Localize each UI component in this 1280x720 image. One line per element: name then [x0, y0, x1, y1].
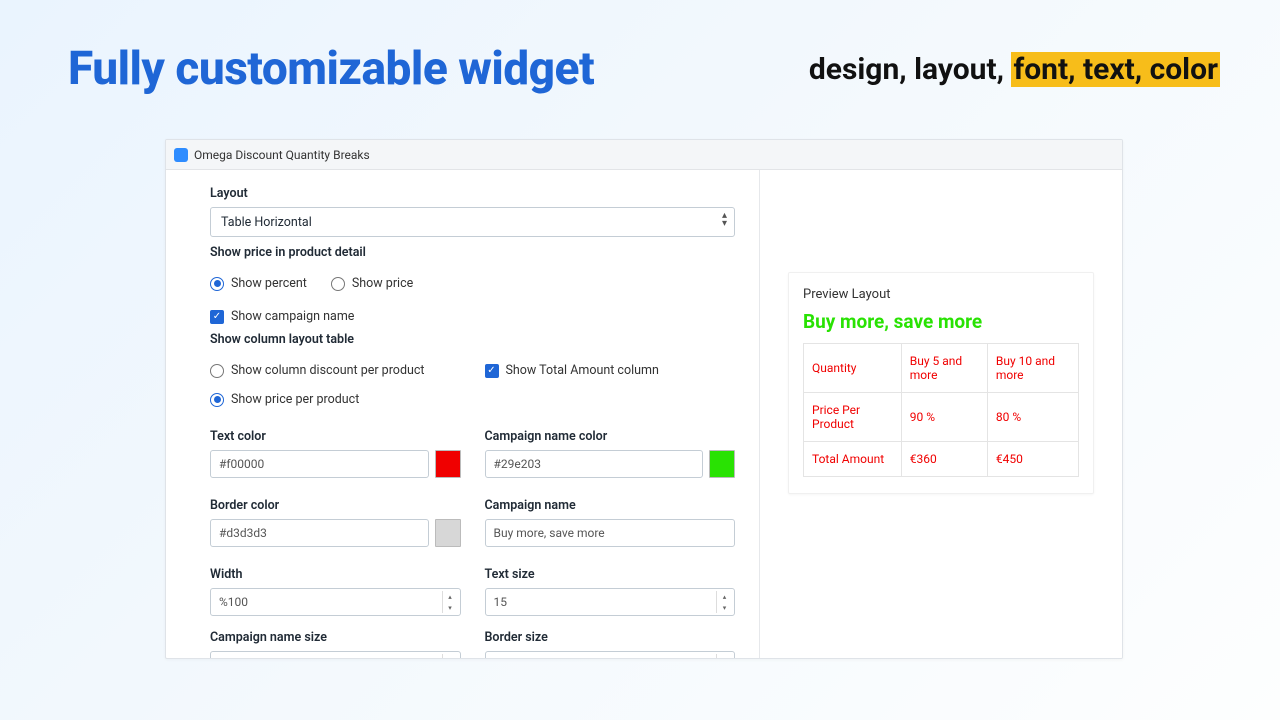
campaign-size-spinner[interactable]: ▴▾	[442, 654, 458, 659]
text-color-label: Text color	[210, 429, 461, 444]
hero-sub-prefix: design, layout,	[809, 52, 1012, 87]
hero-sub-highlight: font, text, color	[1011, 52, 1220, 87]
show-price-detail-label: Show price in product detail	[210, 245, 735, 260]
checkbox-show-campaign[interactable]: ✓	[210, 310, 224, 324]
app-title: Omega Discount Quantity Breaks	[194, 148, 370, 162]
preview-panel: Preview Layout Buy more, save more Quant…	[760, 170, 1122, 658]
border-color-label: Border color	[210, 498, 461, 513]
settings-panel: Layout Table Horizontal ▴▾ Show price in…	[166, 170, 760, 658]
text-color-swatch[interactable]	[435, 450, 461, 478]
campaign-color-label: Campaign name color	[485, 429, 736, 444]
hero-header: Fully customizable widget design, layout…	[0, 0, 1280, 106]
radio-discount-per-product[interactable]	[210, 364, 224, 378]
border-color-swatch[interactable]	[435, 519, 461, 547]
radio-show-price-label: Show price	[352, 276, 413, 291]
checkbox-total-amount-label: Show Total Amount column	[506, 363, 659, 378]
campaign-name-label: Campaign name	[485, 498, 736, 513]
preview-table-cell: Buy 5 and more	[901, 344, 987, 393]
app-logo-icon	[174, 148, 188, 162]
preview-table-cell: 90 %	[901, 393, 987, 442]
border-color-input[interactable]: #d3d3d3	[210, 519, 429, 547]
checkbox-show-campaign-label: Show campaign name	[231, 309, 354, 324]
radio-show-price[interactable]	[331, 277, 345, 291]
app-window: Omega Discount Quantity Breaks Layout Ta…	[165, 139, 1123, 659]
campaign-size-input[interactable]: 24 ▴▾	[210, 651, 461, 659]
campaign-size-label: Campaign name size	[210, 630, 461, 645]
text-size-label: Text size	[485, 567, 736, 582]
border-size-input[interactable]: 1 ▴▾	[485, 651, 736, 659]
hero-title: Fully customizable widget	[68, 42, 594, 96]
preview-layout-label: Preview Layout	[803, 287, 1079, 302]
radio-price-per-product[interactable]	[210, 393, 224, 407]
width-prefix: %	[219, 595, 228, 609]
preview-table: QuantityBuy 5 and moreBuy 10 and more Pri…	[803, 343, 1079, 477]
width-spinner[interactable]: ▴▾	[442, 591, 458, 613]
show-column-layout-label: Show column layout table	[210, 332, 735, 347]
border-size-spinner[interactable]: ▴▾	[716, 654, 732, 659]
select-caret-icon: ▴▾	[722, 212, 727, 228]
preview-table-cell: Price Per Product	[804, 393, 902, 442]
preview-table-cell: Quantity	[804, 344, 902, 393]
text-size-spinner[interactable]: ▴▾	[716, 591, 732, 613]
border-size-value: 1	[494, 658, 501, 659]
preview-table-cell: Buy 10 and more	[987, 344, 1078, 393]
radio-show-percent-label: Show percent	[231, 276, 307, 291]
radio-show-percent[interactable]	[210, 277, 224, 291]
campaign-size-value: 24	[219, 658, 233, 659]
preview-campaign-name: Buy more, save more	[803, 310, 1079, 333]
border-size-label: Border size	[485, 630, 736, 645]
width-label: Width	[210, 567, 461, 582]
preview-table-cell: Total Amount	[804, 442, 902, 477]
text-color-input[interactable]: #f00000	[210, 450, 429, 478]
checkbox-total-amount[interactable]: ✓	[485, 364, 499, 378]
preview-table-cell: 80 %	[987, 393, 1078, 442]
radio-discount-per-product-label: Show column discount per product	[231, 363, 425, 378]
app-titlebar: Omega Discount Quantity Breaks	[166, 140, 1122, 170]
width-value: 100	[228, 595, 248, 609]
hero-subtitle: design, layout, font, text, color	[809, 52, 1220, 87]
text-size-value: 15	[494, 595, 508, 609]
layout-label: Layout	[210, 186, 735, 201]
campaign-name-input[interactable]: Buy more, save more	[485, 519, 736, 547]
campaign-color-swatch[interactable]	[709, 450, 735, 478]
radio-price-per-product-label: Show price per product	[231, 392, 359, 407]
campaign-color-input[interactable]: #29e203	[485, 450, 704, 478]
preview-card: Preview Layout Buy more, save more Quant…	[788, 272, 1094, 494]
text-size-input[interactable]: 15 ▴▾	[485, 588, 736, 616]
preview-table-cell: €360	[901, 442, 987, 477]
width-input[interactable]: % 100 ▴▾	[210, 588, 461, 616]
preview-table-cell: €450	[987, 442, 1078, 477]
layout-select[interactable]: Table Horizontal	[210, 207, 735, 237]
